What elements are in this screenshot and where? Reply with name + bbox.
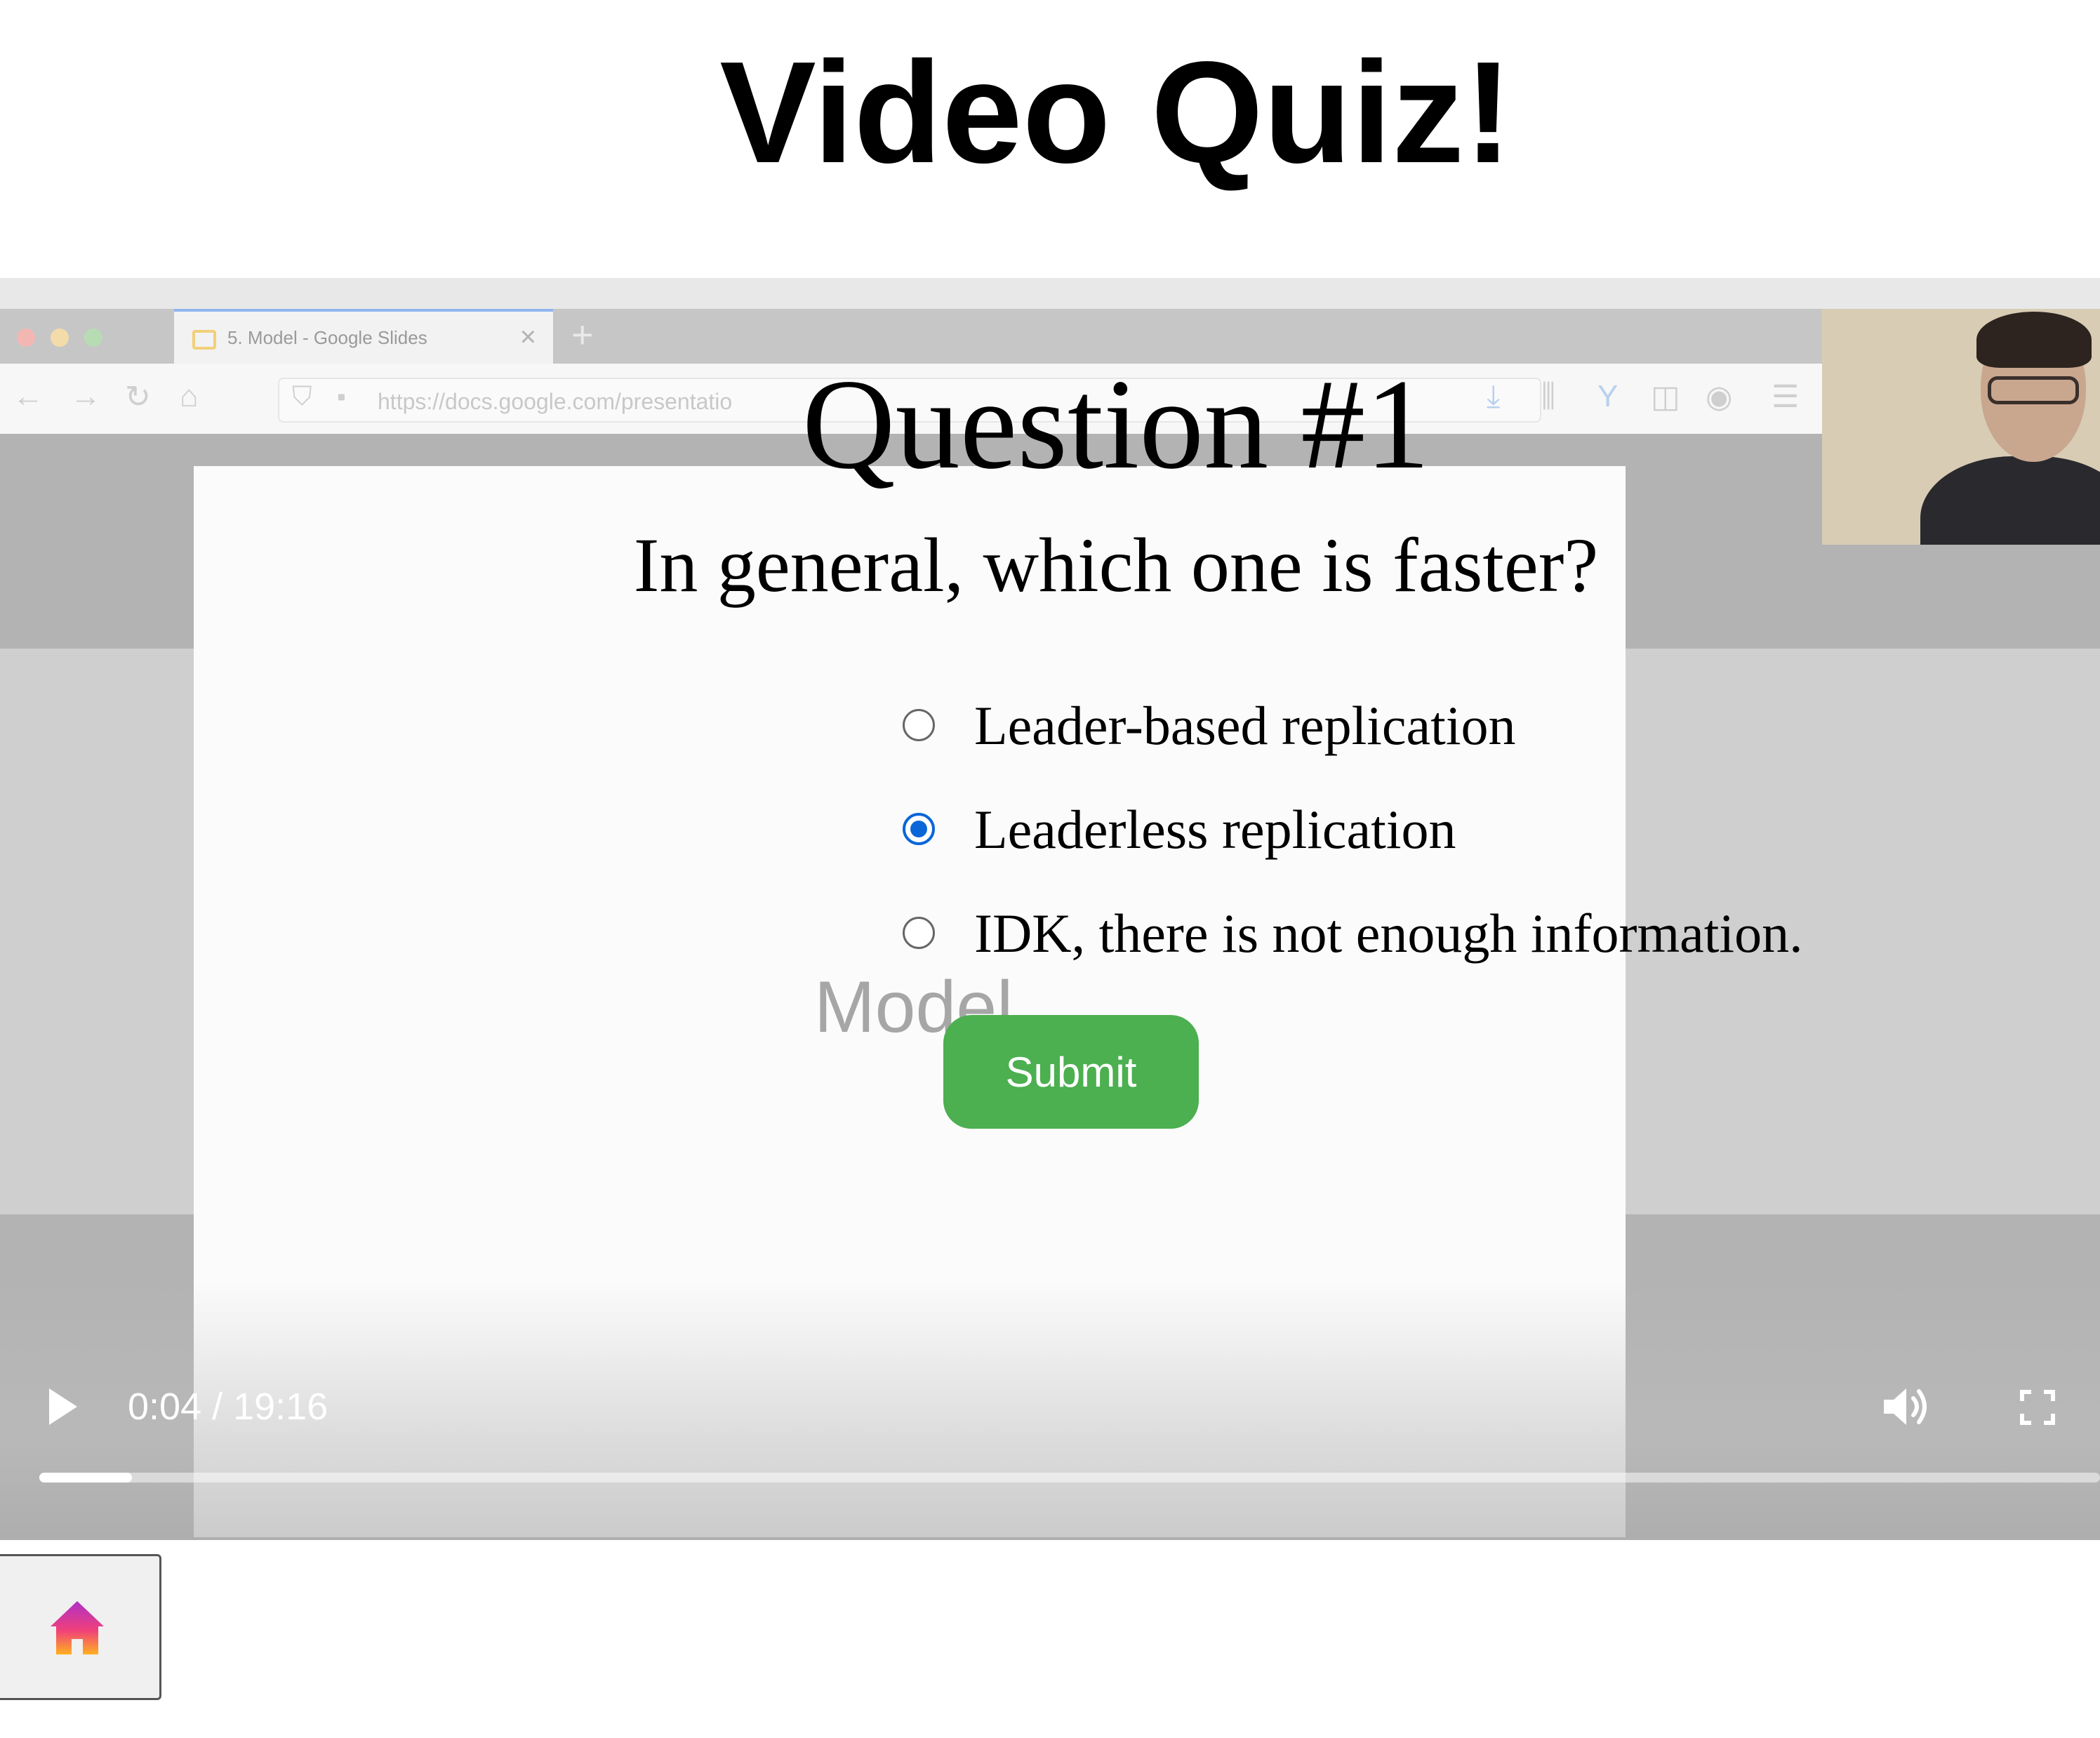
close-icon: × [519, 321, 536, 352]
page-title: Video Quiz! [719, 32, 1513, 193]
radio-button-selected[interactable] [903, 813, 935, 845]
volume-icon[interactable] [1881, 1384, 1930, 1429]
home-icon [51, 1601, 104, 1654]
quiz-question: In general, which one is faster? [633, 522, 1599, 608]
radio-button[interactable] [903, 917, 935, 949]
home-button[interactable] [0, 1554, 161, 1700]
time-display: 0:04 / 19:16 [128, 1386, 328, 1428]
play-icon[interactable] [49, 1388, 77, 1425]
video-progress-bar[interactable] [39, 1473, 2100, 1482]
video-player[interactable]: 5. Model - Google Slides × + ← → ↻ ⌂ ⛉ ▪… [0, 278, 2100, 1540]
radio-button[interactable] [903, 709, 935, 741]
option-label[interactable]: IDK, there is not enough information. [974, 898, 1803, 969]
submit-button[interactable]: Submit [943, 1015, 1199, 1129]
close-dot [17, 329, 35, 347]
minimize-dot [51, 329, 69, 347]
maximize-dot [84, 329, 102, 347]
option-label[interactable]: Leaderless replication [974, 795, 1456, 865]
plus-icon: + [571, 314, 594, 356]
fullscreen-icon[interactable] [2020, 1390, 2055, 1425]
slides-icon [192, 330, 216, 350]
recorded-tab-title: 5. Model - Google Slides [227, 327, 427, 348]
quiz-title: Question #1 [802, 352, 1430, 496]
video-progress-fill [39, 1473, 133, 1482]
option-label[interactable]: Leader-based replication [974, 691, 1516, 761]
